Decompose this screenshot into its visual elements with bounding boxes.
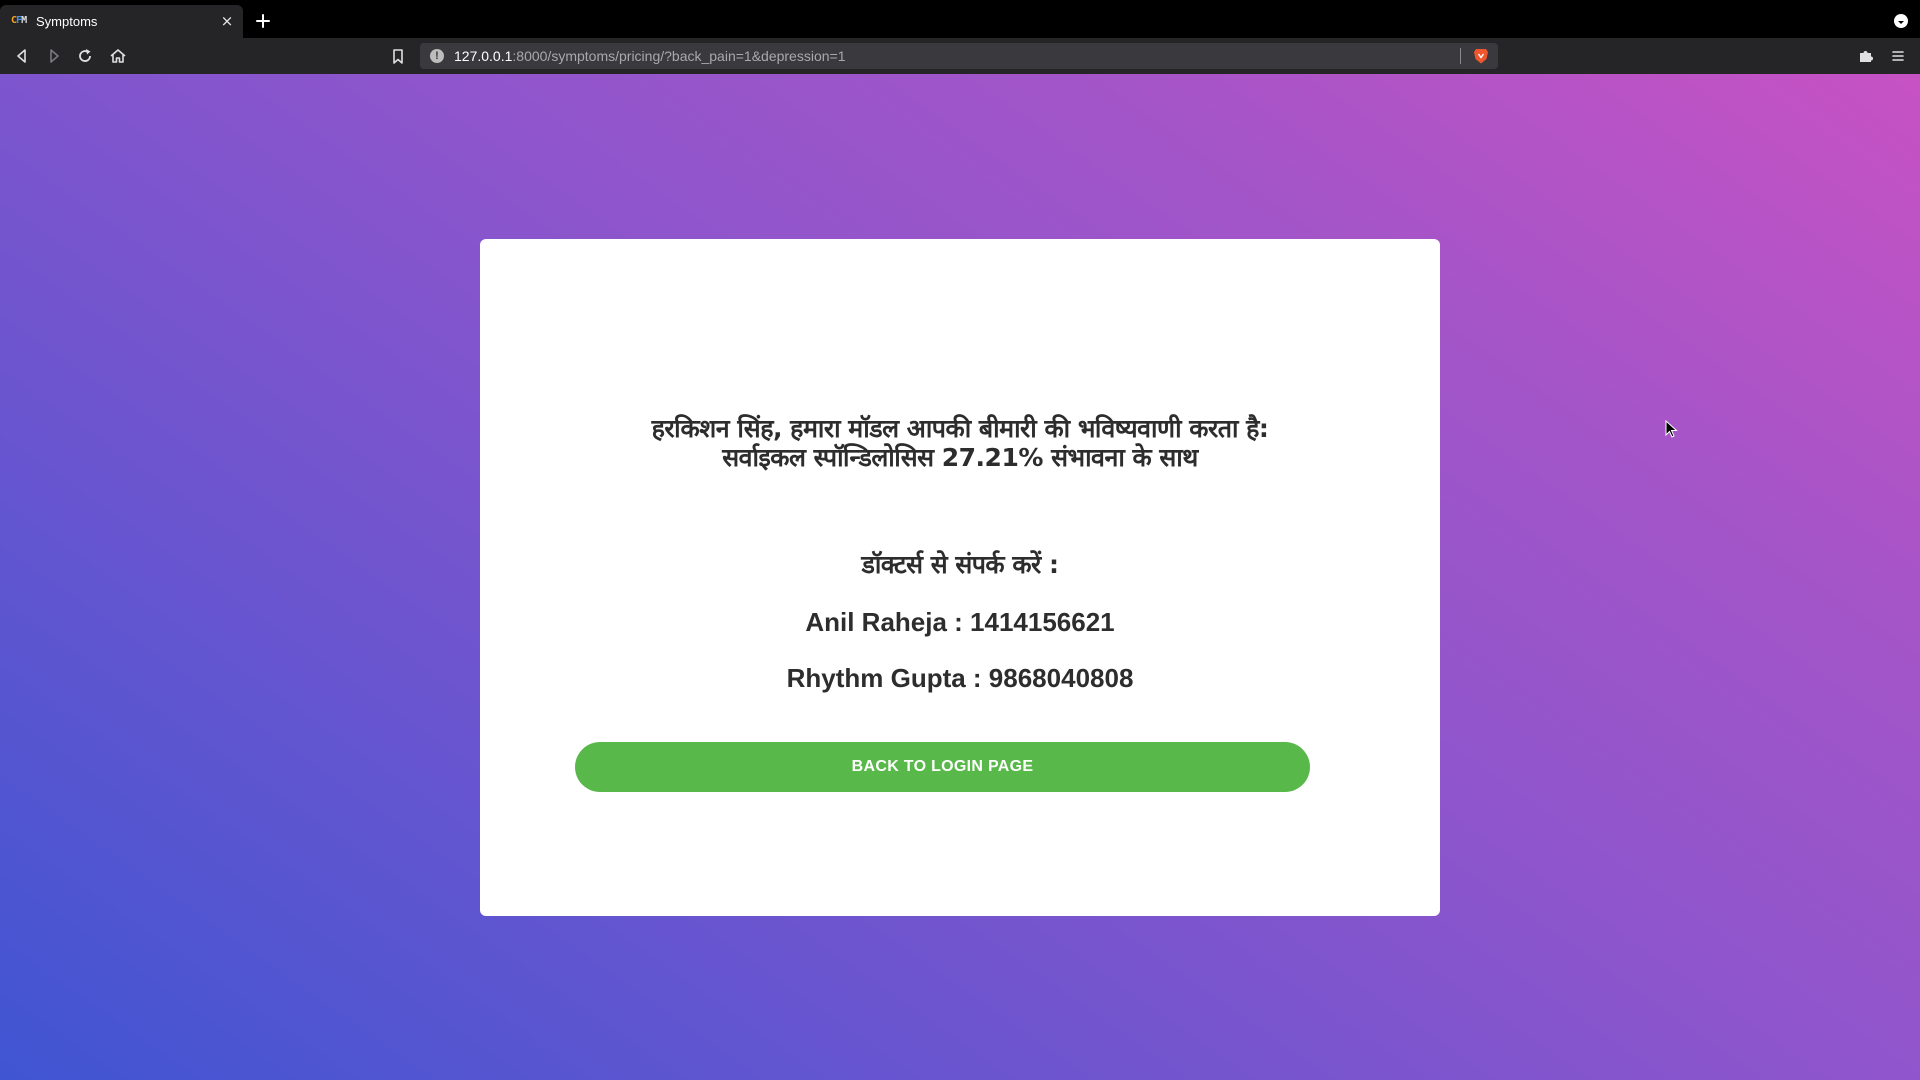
toolbar: ! 127.0.0.1:8000/symptoms/pricing/?back_… [0,38,1920,74]
page-viewport: हरकिशन सिंह, हमारा मॉडल आपकी बीमारी की भ… [0,74,1920,1080]
url-text[interactable]: 127.0.0.1:8000/symptoms/pricing/?back_pa… [454,48,846,64]
url-divider [1460,48,1461,64]
doctor-contact: Anil Raheja : 1414156621 [805,607,1115,637]
tab-search-chevron-icon[interactable] [1894,14,1908,28]
reload-icon[interactable] [75,46,95,66]
hamburger-menu-icon[interactable] [1888,46,1908,66]
prediction-line-1: हरकिशन सिंह, हमारा मॉडल आपकी बीमारी की भ… [651,414,1269,443]
close-icon[interactable]: × [219,13,235,29]
back-to-login-button[interactable]: BACK TO LOGIN PAGE [575,742,1310,792]
result-card: हरकिशन सिंह, हमारा मॉडल आपकी बीमारी की भ… [480,239,1440,916]
prediction-text: हरकिशन सिंह, हमारा मॉडल आपकी बीमारी की भ… [540,414,1380,472]
favicon-icon: CFM [11,15,27,26]
brave-shields-icon[interactable] [1472,47,1490,65]
forward-arrow-icon[interactable] [44,46,64,66]
back-arrow-icon[interactable] [12,46,32,66]
tab-title: Symptoms [36,14,98,29]
contact-doctors-heading: डॉक्टर्स से संपर्क करें : [861,550,1059,579]
extensions-puzzle-icon[interactable] [1856,46,1876,66]
new-tab-plus-icon[interactable] [254,12,272,30]
tab-symptoms[interactable]: CFM Symptoms × [0,5,243,38]
mouse-cursor-icon [1665,419,1679,440]
site-info-icon[interactable]: ! [430,49,444,63]
bookmark-icon[interactable] [388,46,408,66]
tab-strip: CFM Symptoms × [0,0,1920,38]
home-icon[interactable] [108,46,128,66]
address-bar[interactable]: ! 127.0.0.1:8000/symptoms/pricing/?back_… [420,43,1498,69]
doctor-contact: Rhythm Gupta : 9868040808 [786,663,1134,693]
prediction-line-2: सर्वाइकल स्पॉन्डिलोसिस 27.21% संभावना के… [722,443,1198,472]
browser-window: CFM Symptoms × ! 127.0.0.1:8000/symptoms… [0,0,1920,1080]
